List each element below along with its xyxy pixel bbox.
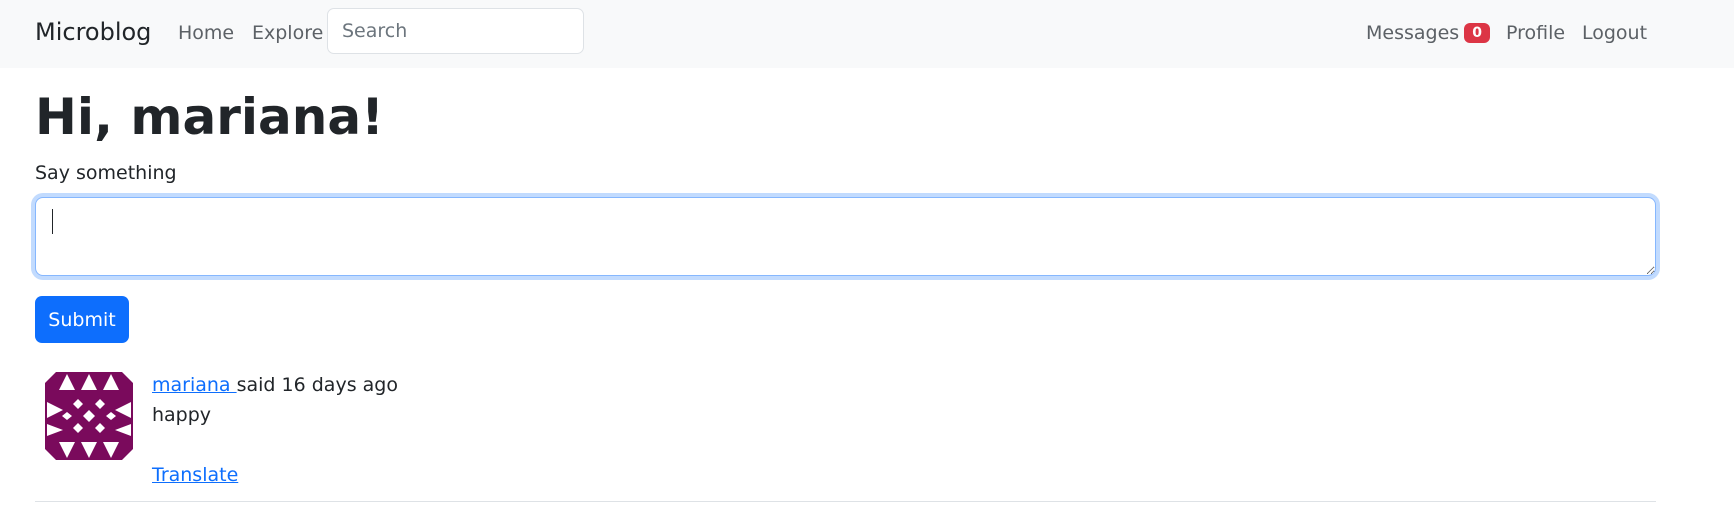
post-timestamp: said 16 days ago (236, 374, 398, 396)
nav-logout-link[interactable]: Logout (1582, 22, 1647, 44)
text-caret (52, 209, 53, 234)
search-input[interactable] (327, 8, 584, 54)
navbar: Microblog Home Explore Messages0 Profile… (0, 0, 1734, 68)
messages-count-badge: 0 (1464, 23, 1490, 43)
avatar[interactable] (45, 372, 133, 460)
post-body: happy (152, 404, 212, 426)
brand-link[interactable]: Microblog (35, 18, 151, 46)
submit-button[interactable]: Submit (35, 296, 129, 343)
post-meta: mariana said 16 days ago (152, 374, 398, 396)
nav-home-link[interactable]: Home (178, 22, 234, 44)
post-textarea[interactable] (35, 197, 1656, 276)
post-author-link[interactable]: mariana (152, 374, 237, 396)
translate-link[interactable]: Translate (152, 464, 238, 486)
messages-label: Messages (1366, 22, 1460, 44)
nav-profile-link[interactable]: Profile (1506, 22, 1565, 44)
page-title: Hi, mariana! (35, 88, 384, 146)
post-item: mariana said 16 days ago happy Translate (35, 362, 1656, 502)
nav-messages-link[interactable]: Messages 0 (1366, 22, 1490, 45)
nav-explore-link[interactable]: Explore (252, 22, 323, 44)
post-label: Say something (35, 162, 177, 184)
